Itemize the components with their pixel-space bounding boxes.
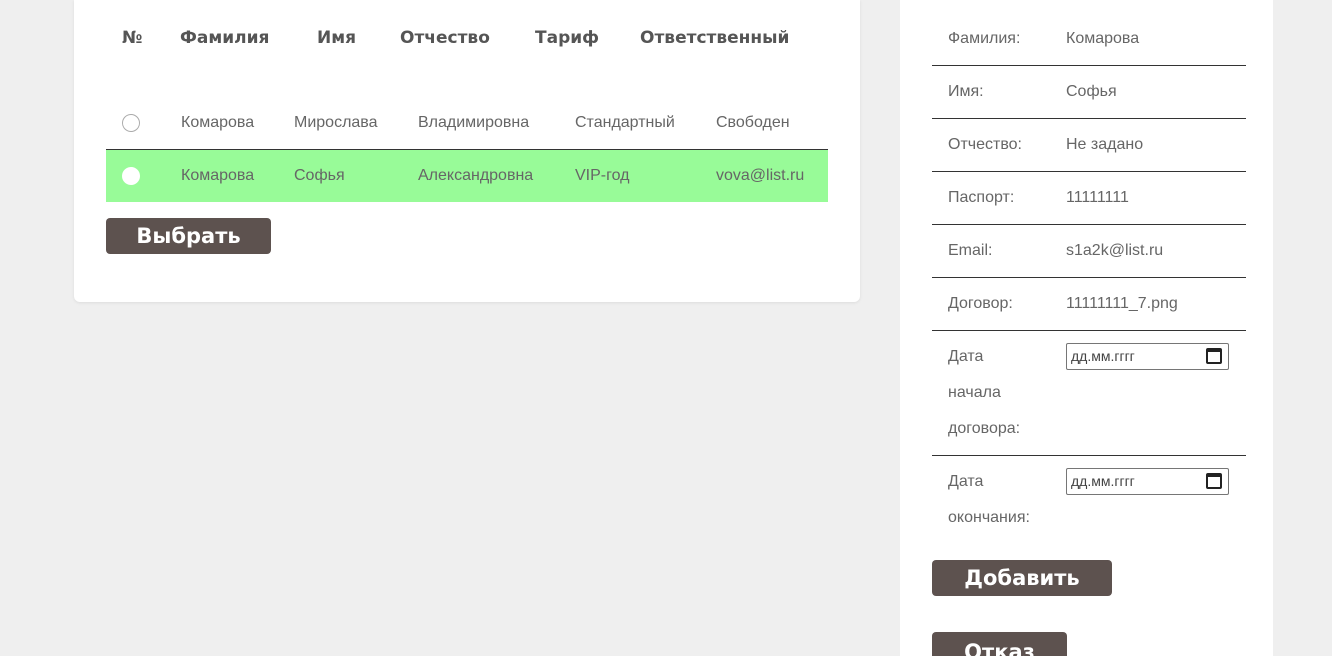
contract-value[interactable]: 11111111_7.png (1066, 286, 1178, 322)
end-date-placeholder: дд.мм.гггг (1071, 473, 1135, 489)
email-label: Email: (948, 242, 993, 259)
calendar-icon[interactable] (1206, 348, 1222, 364)
header-patronymic: Отчество (400, 28, 490, 48)
add-button[interactable]: Добавить (932, 560, 1112, 596)
detail-row-passport: Паспорт: 11111111 (932, 172, 1246, 225)
cell-surname: Комарова (181, 167, 255, 184)
detail-row-patronymic: Отчество: Не задано (932, 119, 1246, 172)
header-surname: Фамилия (180, 28, 270, 48)
row-select-radio[interactable] (122, 167, 140, 185)
patronymic-value: Не задано (1066, 136, 1144, 153)
surname-value: Комарова (1066, 30, 1140, 47)
cell-patronymic: Владимировна (418, 114, 530, 131)
surname-label: Фамилия: (948, 30, 1021, 47)
patronymic-label: Отчество: (948, 136, 1022, 153)
cell-tariff: Стандартный (575, 114, 675, 131)
name-value: Софья (1066, 83, 1117, 100)
detail-row-start-date: Дата начала договора: дд.мм.гггг (932, 331, 1246, 456)
detail-row-contract: Договор: 11111111_7.png (932, 278, 1246, 331)
refuse-button[interactable]: Отказ (932, 632, 1067, 656)
cell-patronymic: Александровна (418, 167, 534, 184)
start-date-input[interactable]: дд.мм.гггг (1066, 343, 1229, 370)
passport-label: Паспорт: (948, 189, 1015, 206)
cell-responsible: Свободен (716, 114, 790, 131)
table-header: № Фамилия Имя Отчество Тариф Ответственн… (74, 28, 860, 52)
header-responsible: Ответственный (640, 28, 790, 48)
client-details-card: Фамилия: Комарова Имя: Софья Отчество: Н… (900, 0, 1273, 656)
header-tariff: Тариф (535, 28, 600, 48)
end-date-label-line1: Дата (948, 473, 984, 490)
detail-row-name: Имя: Софья (932, 66, 1246, 119)
calendar-icon[interactable] (1206, 473, 1222, 489)
table-row-selected[interactable]: Комарова Софья Александровна VIP-год vov… (106, 150, 828, 202)
detail-row-end-date: Дата окончания: дд.мм.гггг (932, 456, 1246, 546)
name-label: Имя: (948, 83, 984, 100)
passport-value: 11111111 (1066, 189, 1129, 206)
cell-name: Софья (294, 167, 345, 184)
detail-row-surname: Фамилия: Комарова (932, 21, 1246, 66)
header-number: № (122, 28, 143, 48)
cell-tariff: VIP-год (575, 167, 630, 184)
end-date-label-line2: окончания: (948, 509, 1030, 526)
email-value: s1a2k@list.ru (1066, 242, 1164, 259)
detail-row-email: Email: s1a2k@list.ru (932, 225, 1246, 278)
header-name: Имя (317, 28, 357, 48)
end-date-input[interactable]: дд.мм.гггг (1066, 468, 1229, 495)
start-date-label-line3: договора: (948, 420, 1021, 437)
start-date-label-line1: Дата (948, 348, 984, 365)
start-date-placeholder: дд.мм.гггг (1071, 348, 1135, 364)
cell-surname: Комарова (181, 114, 255, 131)
row-select-radio[interactable] (122, 114, 140, 132)
table-row[interactable]: Комарова Мирослава Владимировна Стандарт… (106, 97, 828, 150)
select-button[interactable]: Выбрать (106, 218, 271, 254)
clients-table-card: № Фамилия Имя Отчество Тариф Ответственн… (74, 0, 860, 302)
contract-label: Договор: (948, 295, 1013, 312)
cell-name: Мирослава (294, 114, 378, 131)
cell-responsible: vova@list.ru (716, 167, 805, 184)
start-date-label-line2: начала (948, 384, 1001, 401)
